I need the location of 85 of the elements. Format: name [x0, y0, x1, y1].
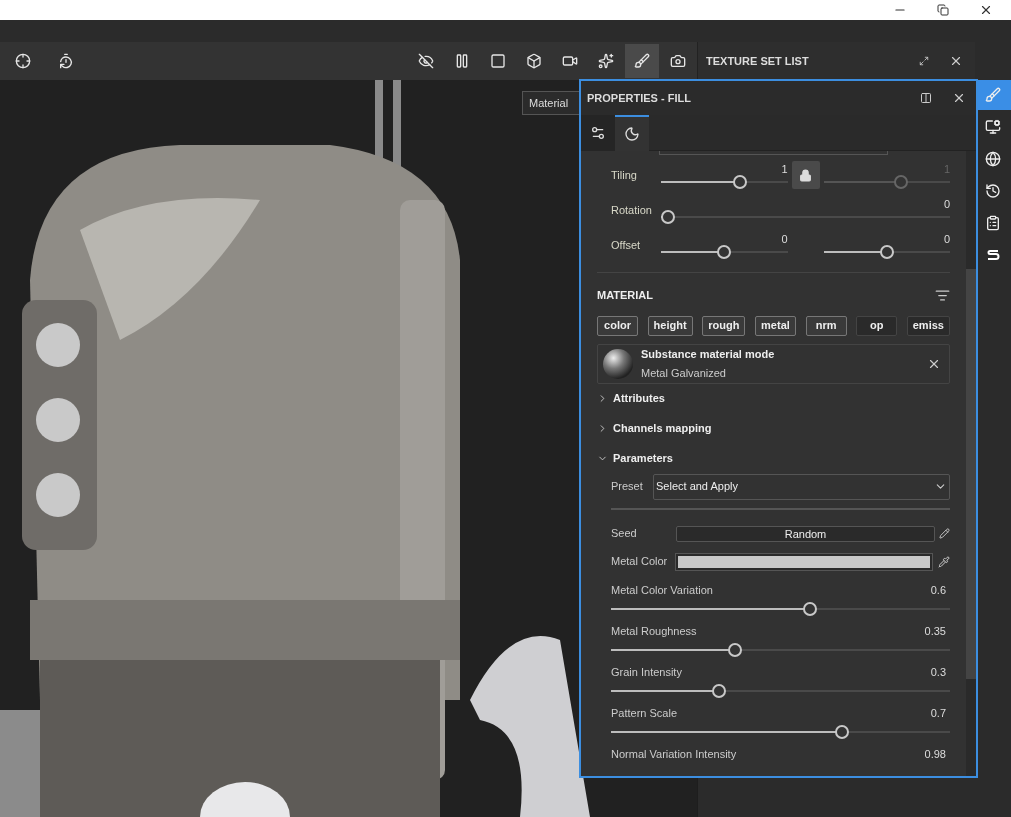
field-label: Rotation [611, 203, 653, 218]
eyedropper-icon[interactable] [938, 555, 950, 568]
channel-toggle[interactable]: metal [754, 315, 796, 336]
slider-value: 0.35 [924, 623, 946, 639]
field-label: Normal Variation Intensity [611, 746, 737, 762]
pencil-icon[interactable] [939, 528, 950, 539]
camera-icon [670, 53, 686, 69]
close-icon[interactable] [952, 91, 966, 105]
display-settings-icon [985, 119, 1001, 135]
material-card[interactable]: Substance material mode Metal Galvanized [597, 343, 950, 384]
section-title: MATERIAL [597, 288, 653, 303]
slider[interactable] [823, 175, 950, 189]
panel-tab[interactable] [581, 115, 615, 151]
history-icon [985, 183, 1001, 199]
panel-title: TEXTURE SET LIST [706, 53, 810, 69]
camera-icon [562, 53, 578, 69]
slider-value: 0.98 [924, 746, 946, 762]
field-label: Tiling [611, 168, 638, 183]
field-label: Seed [611, 526, 638, 542]
reset-icon [58, 53, 74, 69]
restore-icon[interactable] [937, 4, 949, 16]
section-header[interactable]: Parameters [597, 443, 950, 474]
channel-toggle[interactable]: emiss [906, 315, 950, 336]
material-name: Metal Galvanized [641, 365, 727, 381]
slider-value: 0 [781, 232, 788, 245]
random-button[interactable]: Random [676, 525, 935, 542]
slider-value: 1 [781, 162, 788, 175]
tool-button[interactable] [625, 44, 659, 78]
globe-icon [985, 151, 1001, 167]
slider-value: 0.6 [930, 582, 946, 598]
slider[interactable] [611, 602, 950, 616]
settings-icon [590, 125, 606, 141]
lock-icon [799, 168, 812, 182]
panel-tab[interactable] [615, 115, 649, 151]
slider[interactable] [661, 210, 950, 224]
preset-dropdown[interactable]: Select and Apply [653, 473, 950, 500]
scrollbar-thumb[interactable] [966, 269, 976, 679]
close-icon[interactable] [949, 54, 963, 68]
frame-icon [15, 53, 31, 69]
field-label: Metal Color [611, 554, 669, 570]
slider-thumb[interactable] [879, 245, 894, 259]
channel-toggle[interactable]: rough [702, 315, 746, 336]
layout-icon[interactable] [920, 92, 932, 104]
hide-icon [418, 53, 434, 69]
pause-icon [454, 53, 470, 69]
slider-value: 0 [943, 197, 950, 210]
slider[interactable] [611, 725, 950, 739]
slider-value: 0.3 [930, 664, 946, 680]
slider[interactable] [611, 684, 950, 698]
section-header[interactable]: Attributes [597, 383, 950, 414]
field-label: Metal Color Variation [611, 582, 713, 598]
material-title: Substance material mode [641, 347, 776, 362]
slider-thumb[interactable] [835, 725, 850, 739]
brush-icon [634, 53, 650, 69]
slider-thumb[interactable] [733, 175, 747, 189]
channel-toggle[interactable]: height [647, 315, 693, 336]
slider-value: 0 [943, 232, 950, 245]
filter-icon[interactable] [935, 287, 950, 303]
field-label: Offset [611, 238, 642, 253]
slider[interactable] [661, 175, 788, 189]
slider[interactable] [611, 643, 950, 657]
slider-thumb[interactable] [802, 602, 817, 616]
clipboard-icon [985, 215, 1001, 231]
maximize-icon[interactable] [919, 56, 929, 66]
brush-icon [985, 87, 1001, 103]
field-label: Metal Roughness [611, 623, 697, 639]
color-swatch[interactable] [676, 553, 932, 570]
slider-thumb[interactable] [728, 643, 742, 657]
section-header[interactable]: Channels mapping [597, 413, 950, 444]
lock-button[interactable] [791, 161, 820, 189]
slider[interactable] [661, 245, 788, 259]
slider-thumb[interactable] [717, 245, 732, 259]
field-label: Pattern Scale [611, 705, 678, 721]
slider[interactable] [823, 245, 950, 259]
channel-toggle[interactable]: op [856, 315, 898, 336]
slider-thumb[interactable] [661, 210, 675, 224]
cube-icon [526, 53, 542, 69]
field-label: Preset [611, 479, 644, 495]
slider-thumb[interactable] [711, 684, 726, 698]
channel-toggle[interactable]: nrm [805, 315, 847, 336]
field-label: Grain Intensity [611, 664, 682, 680]
slider-value: 0.7 [930, 705, 946, 721]
channel-toggle[interactable]: color [597, 315, 638, 336]
close-icon[interactable] [979, 3, 993, 17]
logo-icon [985, 247, 1001, 263]
